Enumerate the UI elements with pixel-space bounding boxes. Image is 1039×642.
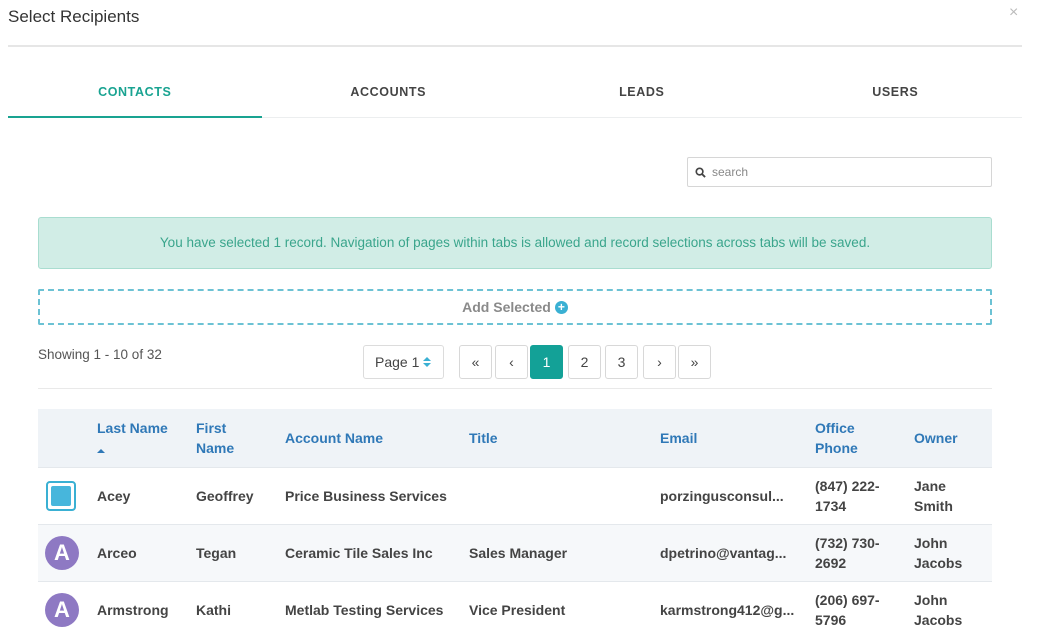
add-selected-button[interactable]: Add Selected + xyxy=(38,289,992,325)
col-last-name[interactable]: Last Name xyxy=(97,409,196,467)
tab-accounts[interactable]: ACCOUNTS xyxy=(262,70,516,117)
cell-account-name: Price Business Services xyxy=(285,487,447,504)
cell-last-name: Arceo xyxy=(97,544,137,561)
plus-circle-icon: + xyxy=(554,300,568,314)
last-page-button[interactable]: » xyxy=(678,345,711,379)
col-account-name[interactable]: Account Name xyxy=(285,409,469,467)
tab-contacts[interactable]: CONTACTS xyxy=(8,70,262,118)
page-select-value: Page 1 xyxy=(375,354,420,370)
cell-office-phone: (732) 730-2692 xyxy=(815,534,880,571)
avatar[interactable]: A xyxy=(45,535,79,570)
cell-title: Sales Manager xyxy=(469,544,568,561)
first-page-button[interactable]: « xyxy=(459,345,492,379)
page-1-button[interactable]: 1 xyxy=(530,345,563,379)
cell-email: porzingusconsul... xyxy=(660,487,784,504)
cell-office-phone: (847) 222-1734 xyxy=(815,477,880,514)
cell-account-name: Metlab Testing Services xyxy=(285,601,444,618)
cell-title: Vice President xyxy=(469,601,566,618)
select-column-header xyxy=(38,409,97,467)
col-office-phone[interactable]: Office Phone xyxy=(815,409,914,467)
cell-title xyxy=(469,467,660,524)
table-row[interactable]: A Armstrong Kathi Metlab Testing Service… xyxy=(38,581,992,638)
cell-owner: John Jacobs xyxy=(914,591,963,628)
page-select[interactable]: Page 1 xyxy=(363,345,444,379)
cell-email: dpetrino@vantag... xyxy=(660,544,787,561)
tab-users[interactable]: USERS xyxy=(769,70,1023,117)
page-3-button[interactable]: 3 xyxy=(605,345,638,379)
cell-owner: Jane Smith xyxy=(914,477,953,514)
search-box[interactable] xyxy=(687,157,992,187)
cell-first-name: Kathi xyxy=(196,601,231,618)
cell-office-phone: (206) 697-5796 xyxy=(815,591,880,628)
checkbox-fill xyxy=(51,485,71,506)
table-header-row: Last Name First Name Account Name Title … xyxy=(38,409,992,467)
divider xyxy=(38,388,992,389)
col-owner[interactable]: Owner xyxy=(914,409,992,467)
close-icon[interactable]: × xyxy=(1009,4,1018,22)
cell-email: karmstrong412@g... xyxy=(660,601,795,618)
col-first-name[interactable]: First Name xyxy=(196,409,285,467)
next-page-button[interactable]: › xyxy=(643,345,676,379)
tab-bar: CONTACTS ACCOUNTS LEADS USERS xyxy=(8,70,1022,118)
cell-last-name: Armstrong xyxy=(97,601,169,618)
col-last-name-label: Last Name xyxy=(97,419,168,436)
search-icon xyxy=(695,166,706,178)
dialog-title: Select Recipients xyxy=(8,7,140,26)
add-selected-label: Add Selected xyxy=(462,299,551,315)
cell-first-name: Tegan xyxy=(196,544,237,561)
table-row[interactable]: A Arceo Tegan Ceramic Tile Sales Inc Sal… xyxy=(38,524,992,581)
cell-owner: John Jacobs xyxy=(914,534,963,571)
showing-count: Showing 1 - 10 of 32 xyxy=(38,347,162,362)
col-email[interactable]: Email xyxy=(660,409,815,467)
page-2-button[interactable]: 2 xyxy=(568,345,601,379)
contacts-table: Last Name First Name Account Name Title … xyxy=(38,409,992,638)
search-input[interactable] xyxy=(712,165,972,179)
sort-arrows-icon xyxy=(423,357,432,367)
cell-account-name: Ceramic Tile Sales Inc xyxy=(285,544,433,561)
avatar[interactable]: A xyxy=(45,592,79,627)
sort-ascending-icon xyxy=(97,448,105,453)
row-checkbox-checked[interactable] xyxy=(46,480,76,511)
selection-alert: You have selected 1 record. Navigation o… xyxy=(38,217,992,269)
table-row[interactable]: Acey Geoffrey Price Business Services po… xyxy=(38,467,992,524)
col-title[interactable]: Title xyxy=(469,409,660,467)
prev-page-button[interactable]: ‹ xyxy=(495,345,528,379)
cell-first-name: Geoffrey xyxy=(196,487,254,504)
cell-last-name: Acey xyxy=(97,487,131,504)
title-divider xyxy=(8,45,1022,47)
tab-leads[interactable]: LEADS xyxy=(515,70,769,117)
